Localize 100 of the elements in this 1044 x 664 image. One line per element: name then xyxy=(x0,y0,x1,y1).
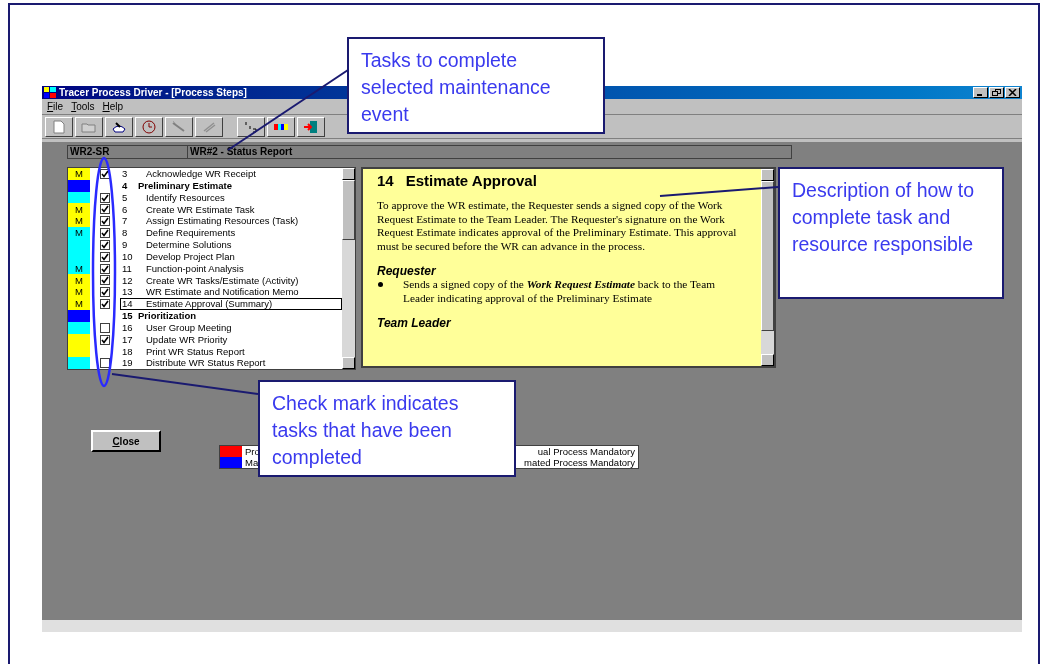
task-row[interactable]: 16 User Group Meeting xyxy=(120,321,342,334)
task-label: User Group Meeting xyxy=(145,322,232,333)
bullet-text: Sends a signed copy of the Work Request Estimate back to the Team Leader indicating approval of the Preliminary Estimate xyxy=(403,278,716,305)
task-label: Develop Project Plan xyxy=(145,251,235,262)
toolbar-button[interactable] xyxy=(267,116,295,137)
task-row[interactable]: 12 Create WR Tasks/Estimate (Activity) xyxy=(120,274,342,287)
close-button[interactable]: Close xyxy=(91,430,161,452)
description-number: 14 xyxy=(377,172,394,189)
task-number: 19 xyxy=(121,358,134,368)
task-label: Create WR Estimate Task xyxy=(145,204,255,215)
task-number: 14 xyxy=(121,299,134,309)
task-row[interactable]: 9 Determine Solutions xyxy=(120,238,342,251)
toolbar-button[interactable] xyxy=(45,116,73,137)
callout-text: Check mark indicates tasks that have been completed xyxy=(272,391,460,470)
task-checkbox[interactable] xyxy=(100,192,110,203)
task-label: Update WR Priority xyxy=(145,334,228,345)
task-checkbox[interactable] xyxy=(100,216,110,227)
task-number: 5 xyxy=(121,192,129,203)
task-checkbox[interactable] xyxy=(100,275,110,286)
task-row[interactable]: 11 Function-point Analysis xyxy=(120,262,342,275)
task-row[interactable]: 18 Print WR Status Report xyxy=(120,345,342,358)
app-icon xyxy=(44,87,56,98)
task-row[interactable]: 19 Distribute WR Status Report xyxy=(120,357,342,370)
task-row[interactable]: 3 Acknowledge WR Receipt xyxy=(120,168,342,180)
window-title: Tracer Process Driver - [Process Steps] xyxy=(59,87,247,98)
toolbar-button[interactable] xyxy=(105,116,133,137)
mandatory-marker: M xyxy=(68,227,90,239)
mandatory-marker: M xyxy=(68,286,90,299)
task-label: Estimate Approval (Summary) xyxy=(145,299,273,309)
mandatory-marker: M xyxy=(68,274,90,287)
task-label: Define Requirements xyxy=(145,228,236,238)
task-label: Preliminary Estimate xyxy=(138,181,232,191)
description-text: To approve the WR estimate, the Requester sends a signed copy of the Work Request Estimate to the Team Leader. The Requester's signature on the Work Request Estimate indicates approval of the Preliminary Estimate. This approval must be secured before the WR can advance in the process. xyxy=(377,199,738,253)
clock-icon xyxy=(141,119,157,134)
restore-icon xyxy=(992,89,1001,96)
toolbar-button[interactable] xyxy=(165,116,193,137)
role-heading: Requester xyxy=(377,265,437,278)
mandatory-marker: M xyxy=(68,215,90,228)
description-heading: Estimate Approval xyxy=(405,172,537,189)
mandatory-marker: M xyxy=(68,298,90,310)
callout-text: Tasks to complete selected maintenance event xyxy=(361,48,552,127)
task-number: 17 xyxy=(121,334,134,345)
task-row[interactable]: 10 Develop Project Plan xyxy=(120,250,342,263)
callout-text: Description of how to complete task and resource responsible xyxy=(792,178,976,257)
task-number: 18 xyxy=(121,346,134,357)
task-label: Prioritization xyxy=(138,311,197,321)
window-control-button[interactable] xyxy=(973,87,988,98)
legend-label: Ma xyxy=(244,457,259,468)
task-checkbox[interactable] xyxy=(100,228,110,239)
task-row[interactable]: 5 Identify Resources xyxy=(120,191,342,204)
task-row[interactable]: 14 Estimate Approval (Summary) xyxy=(120,298,342,310)
toolbar-button[interactable] xyxy=(135,116,163,137)
task-number: 9 xyxy=(121,240,129,250)
window-control-button[interactable] xyxy=(1005,87,1020,98)
task-checkbox[interactable] xyxy=(100,204,110,215)
task-row[interactable]: 8 Define Requirements xyxy=(120,227,342,239)
task-label: Distribute WR Status Report xyxy=(145,358,266,368)
close-icon xyxy=(1008,89,1017,96)
check-icon xyxy=(101,169,109,178)
toolbar-button[interactable] xyxy=(297,116,325,137)
task-number: 7 xyxy=(121,216,129,226)
task-checkbox[interactable] xyxy=(100,168,110,179)
mandatory-marker: M xyxy=(68,168,90,180)
task-checkbox[interactable] xyxy=(100,299,110,309)
toolbar-button[interactable] xyxy=(237,116,265,137)
toolbar-button[interactable] xyxy=(75,116,103,137)
window-control-button[interactable] xyxy=(989,87,1004,98)
task-number: 6 xyxy=(121,204,129,215)
task-label: Print WR Status Report xyxy=(145,346,245,357)
toolbar-button[interactable] xyxy=(195,116,223,137)
task-label: Determine Solutions xyxy=(145,240,232,250)
task-row[interactable]: 6 Create WR Estimate Task xyxy=(120,203,342,216)
task-checkbox[interactable] xyxy=(100,322,110,333)
task-label: WR Estimate and Notification Memo xyxy=(145,287,299,297)
task-row[interactable]: 7 Assign Estimating Resources (Task) xyxy=(120,215,342,228)
menu-item[interactable]: Tools xyxy=(71,102,95,112)
task-row[interactable]: 4 Preliminary Estimate xyxy=(120,179,342,192)
task-row[interactable]: 15 Prioritization xyxy=(120,309,342,322)
task-checkbox[interactable] xyxy=(100,263,110,274)
menu-item[interactable]: Help xyxy=(102,102,124,112)
task-checkbox[interactable] xyxy=(100,334,110,345)
task-number: 10 xyxy=(121,251,134,262)
task-checkbox[interactable] xyxy=(100,358,110,369)
menu-item[interactable]: File xyxy=(47,102,64,112)
task-row[interactable]: 13 WR Estimate and Notification Memo xyxy=(120,286,342,299)
legend-label: mated Process Mandatory xyxy=(524,457,636,468)
task-label: Identify Resources xyxy=(145,192,225,203)
task-label: Create WR Tasks/Estimate (Activity) xyxy=(145,275,299,286)
task-checkbox[interactable] xyxy=(100,287,110,298)
task-row[interactable]: 17 Update WR Priority xyxy=(120,333,342,346)
mandatory-marker: M xyxy=(68,203,90,216)
task-checkbox[interactable] xyxy=(100,239,110,250)
task-number: 16 xyxy=(121,322,134,333)
task-number: 15 xyxy=(121,311,134,321)
check-icon xyxy=(101,335,109,344)
legend-label: ual Process Mandatory xyxy=(537,446,636,457)
bullet-icon xyxy=(378,282,383,287)
task-checkbox[interactable] xyxy=(100,251,110,262)
role-heading: Team Leader xyxy=(377,317,452,330)
task-label: Acknowledge WR Receipt xyxy=(145,169,256,179)
